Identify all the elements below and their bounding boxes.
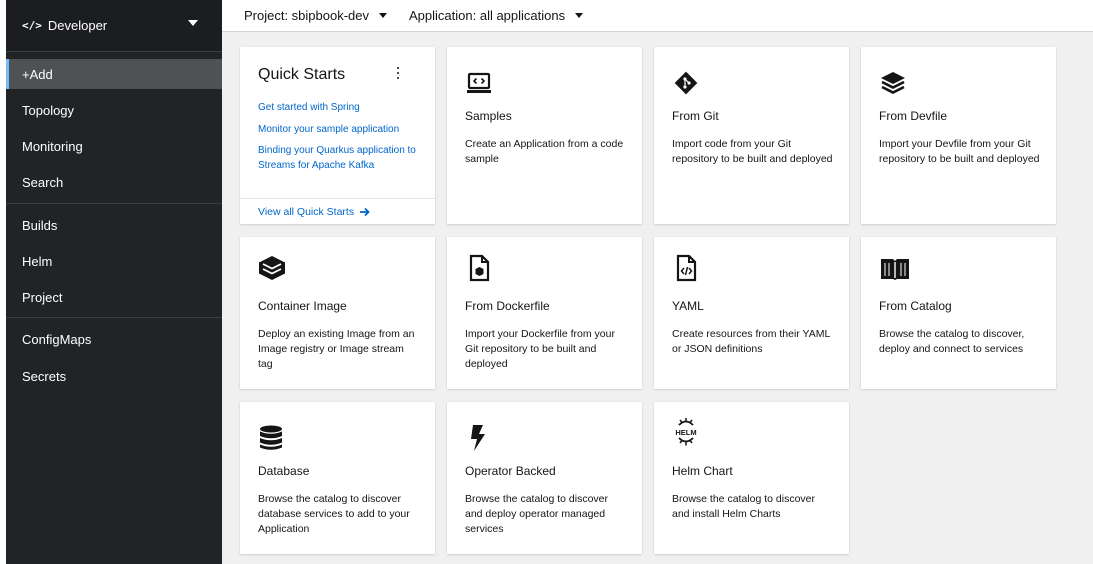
bolt-icon	[465, 424, 493, 452]
view-all-label: View all Quick Starts	[258, 206, 355, 218]
card-title: From Devfile	[879, 109, 948, 123]
card-title: From Catalog	[879, 299, 952, 313]
card-description: Create resources from their YAML or JSON…	[672, 328, 830, 355]
card-title: Operator Backed	[465, 464, 556, 478]
helm-icon: HELM	[672, 416, 700, 446]
nav-item-monitoring[interactable]: Monitoring	[6, 131, 222, 161]
quick-start-link[interactable]: Get started with Spring	[258, 100, 419, 115]
card-title: Samples	[465, 109, 512, 123]
database-card[interactable]: Database Browse the catalog to discover …	[240, 402, 435, 554]
yaml-file-icon	[672, 254, 700, 282]
card-title: Container Image	[258, 299, 347, 313]
caret-down-icon	[188, 20, 198, 26]
perspective-switcher[interactable]: </> Developer	[6, 0, 222, 52]
card-description: Import your Dockerfile from your Git rep…	[465, 328, 615, 370]
database-icon	[258, 424, 286, 452]
card-description: Browse the catalog to discover and insta…	[672, 493, 815, 520]
card-title: From Dockerfile	[465, 299, 550, 313]
from-git-card[interactable]: From Git Import code from your Git repos…	[654, 47, 849, 224]
laptop-code-icon	[465, 69, 493, 97]
caret-down-icon	[575, 13, 584, 18]
from-devfile-card[interactable]: From Devfile Import your Devfile from yo…	[861, 47, 1056, 224]
arrow-right-icon	[360, 207, 370, 217]
context-bar: Project: sbipbook-dev Application: all a…	[222, 0, 1093, 32]
card-description: Browse the catalog to discover, deploy a…	[879, 328, 1025, 355]
nav-item-search[interactable]: Search	[6, 167, 222, 197]
nav-item-builds[interactable]: Builds	[6, 210, 222, 240]
project-label: Project: sbipbook-dev	[244, 8, 370, 23]
card-title: Database	[258, 464, 310, 478]
operator-backed-card[interactable]: Operator Backed Browse the catalog to di…	[447, 402, 642, 554]
perspective-label: Developer	[47, 18, 108, 33]
application-label: Application: all applications	[409, 8, 566, 23]
nav-item-topology[interactable]: Topology	[6, 95, 222, 125]
from-catalog-card[interactable]: From Catalog Browse the catalog to disco…	[861, 237, 1056, 389]
nav-item-add[interactable]: +Add	[6, 59, 222, 89]
card-title: YAML	[672, 299, 704, 313]
card-description: Create an Application from a code sample	[465, 138, 624, 165]
nav-item-helm[interactable]: Helm	[6, 246, 222, 276]
container-image-card[interactable]: Container Image Deploy an existing Image…	[240, 237, 435, 389]
nav-divider	[6, 203, 222, 204]
book-icon	[879, 254, 909, 282]
layers-icon	[879, 69, 907, 97]
dockerfile-icon	[465, 254, 493, 282]
svg-text:HELM: HELM	[675, 428, 696, 437]
nav-item-secrets[interactable]: Secrets	[6, 361, 222, 391]
yaml-card[interactable]: YAML Create resources from their YAML or…	[654, 237, 849, 389]
card-title: Helm Chart	[672, 464, 733, 478]
card-description: Browse the catalog to discover database …	[258, 493, 410, 535]
card-title: From Git	[672, 109, 719, 123]
nav-item-project[interactable]: Project	[6, 282, 222, 312]
nav-divider	[6, 317, 222, 318]
card-description: Browse the catalog to discover and deplo…	[465, 493, 608, 535]
application-selector[interactable]: Application: all applications	[409, 8, 584, 23]
from-dockerfile-card[interactable]: From Dockerfile Import your Dockerfile f…	[447, 237, 642, 389]
sidebar: </> Developer +Add Topology Monitoring S…	[6, 0, 222, 564]
quick-start-link[interactable]: Binding your Quarkus application to Stre…	[258, 143, 419, 173]
card-description: Deploy an existing Image from an Image r…	[258, 328, 415, 370]
helm-chart-card[interactable]: HELM Helm Chart Browse the catalog to di…	[654, 402, 849, 554]
card-description: Import your Devfile from your Git reposi…	[879, 138, 1040, 165]
card-description: Import code from your Git repository to …	[672, 138, 833, 165]
quick-starts-title: Quick Starts	[258, 66, 346, 83]
nav-item-configmaps[interactable]: ConfigMaps	[6, 324, 222, 354]
card-divider	[240, 198, 435, 199]
git-icon	[672, 69, 700, 97]
samples-card[interactable]: Samples Create an Application from a cod…	[447, 47, 642, 224]
container-layers-icon	[258, 254, 286, 282]
caret-down-icon	[379, 13, 388, 18]
quick-starts-card: Quick Starts Get started with Spring Mon…	[240, 47, 435, 224]
view-all-quick-starts-link[interactable]: View all Quick Starts	[258, 206, 370, 218]
kebab-menu-icon[interactable]	[393, 65, 403, 81]
quick-start-link[interactable]: Monitor your sample application	[258, 122, 419, 137]
project-selector[interactable]: Project: sbipbook-dev	[244, 8, 388, 23]
code-icon: </>	[22, 19, 42, 32]
